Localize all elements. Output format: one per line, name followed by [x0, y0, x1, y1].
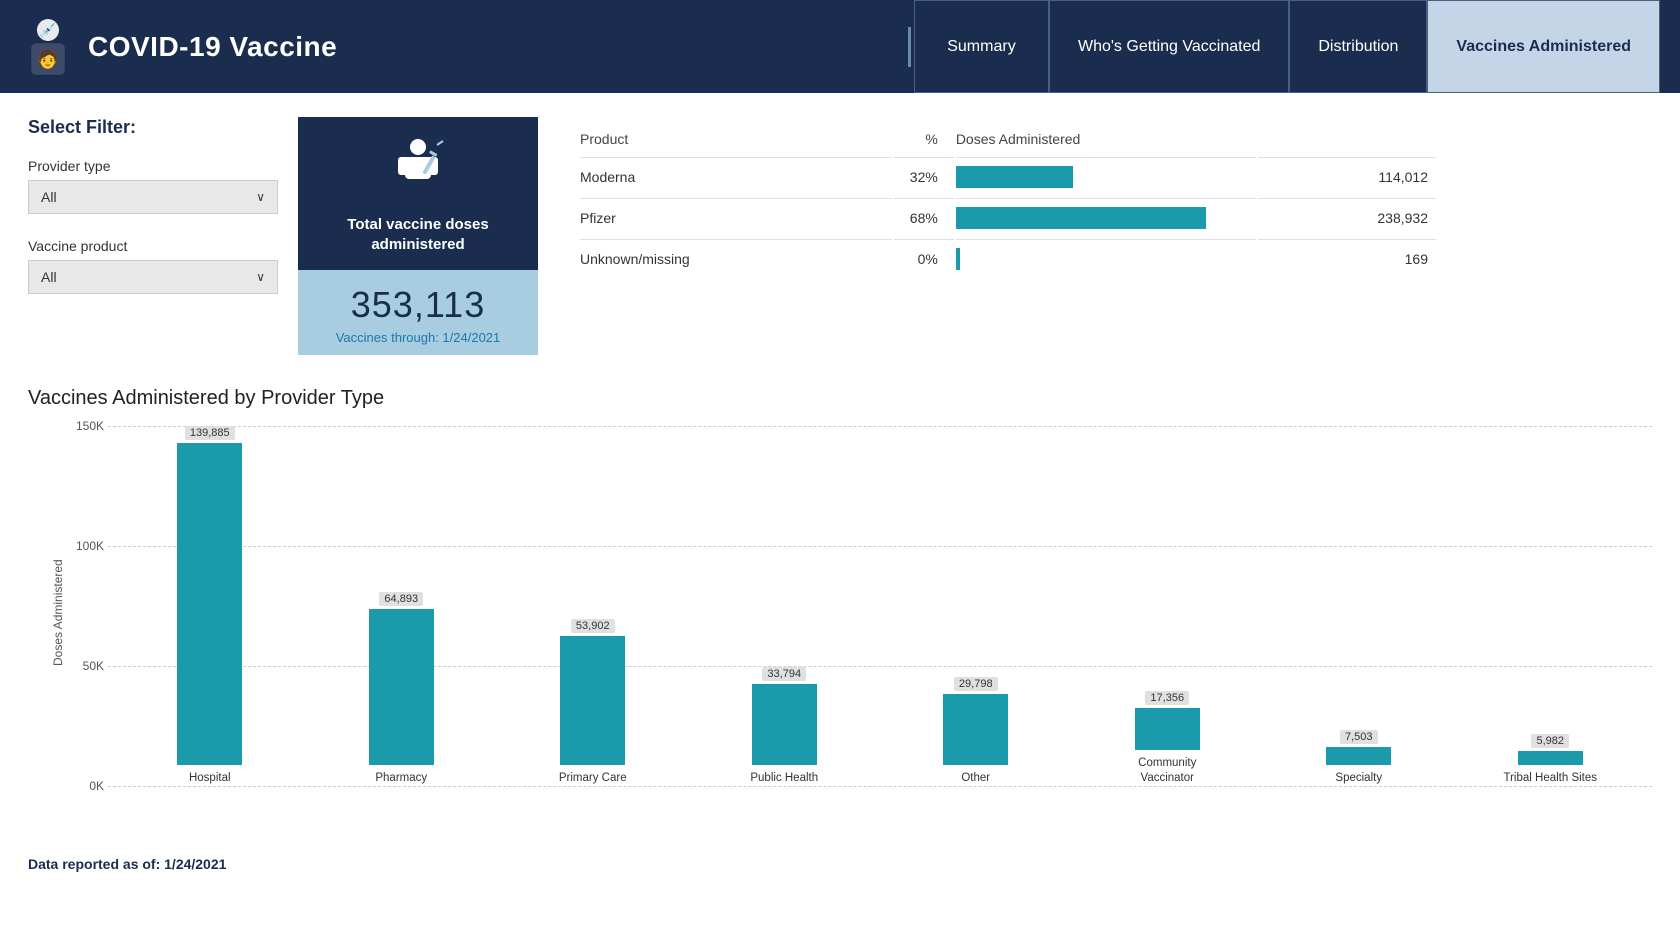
- total-box-count: 353,113 Vaccines through: 1/24/2021: [298, 270, 538, 355]
- chart-bar: [752, 684, 817, 765]
- vaccine-logo-icon: 💉 🧑: [20, 17, 76, 77]
- bar-value-label: 29,798: [954, 677, 998, 691]
- header-logo: 💉 🧑 COVID-19 Vaccine: [20, 17, 906, 77]
- svg-text:🧑: 🧑: [37, 48, 59, 69]
- nav-separator: [906, 27, 914, 67]
- filter-title: Select Filter:: [28, 117, 278, 138]
- bar-value-label: 5,982: [1531, 734, 1569, 748]
- product-table: Product % Doses Administered Moderna 32%…: [578, 125, 1438, 280]
- header: 💉 🧑 COVID-19 Vaccine Summary Who's Getti…: [0, 0, 1680, 93]
- tab-summary[interactable]: Summary: [914, 0, 1049, 93]
- provider-type-value: All: [41, 189, 57, 205]
- bar-label: Primary Care: [559, 771, 627, 786]
- tab-vaccines-administered[interactable]: Vaccines Administered: [1427, 0, 1660, 93]
- product-bar: [956, 157, 1256, 196]
- product-pct: 32%: [894, 157, 954, 196]
- chart-bar: [1135, 708, 1200, 750]
- product-bar: [956, 239, 1256, 278]
- col-pct: %: [894, 127, 954, 155]
- bar-value-label: 7,503: [1340, 730, 1378, 744]
- filter-section: Select Filter: Provider type All ∨ Vacci…: [28, 117, 298, 318]
- provider-type-chevron-icon: ∨: [256, 190, 265, 204]
- y-tick-label: 50K: [60, 659, 104, 673]
- chart-bar: [369, 609, 434, 765]
- data-footer: Data reported as of: 1/24/2021: [28, 846, 1652, 872]
- y-tick-label: 150K: [60, 419, 104, 433]
- bar-group: 29,798 Other: [884, 426, 1068, 786]
- app-title: COVID-19 Vaccine: [88, 31, 337, 63]
- main-content: Select Filter: Provider type All ∨ Vacci…: [0, 93, 1680, 931]
- bar-group: 53,902 Primary Care: [501, 426, 685, 786]
- bar-label: Public Health: [750, 771, 818, 786]
- bar-group: 17,356 Community Vaccinator: [1076, 426, 1260, 786]
- chart-bar: [1326, 747, 1391, 765]
- product-bar: [956, 198, 1256, 237]
- vaccine-product-select[interactable]: All ∨: [28, 260, 278, 294]
- bar-value-label: 53,902: [571, 619, 615, 633]
- chart-bar: [1518, 751, 1583, 765]
- product-table-section: Product % Doses Administered Moderna 32%…: [578, 117, 1438, 280]
- bar-label: Community Vaccinator: [1138, 756, 1196, 786]
- svg-text:💉: 💉: [39, 22, 56, 39]
- col-doses: Doses Administered: [956, 127, 1256, 155]
- tab-who-vaccinated[interactable]: Who's Getting Vaccinated: [1049, 0, 1289, 93]
- product-name: Unknown/missing: [580, 239, 892, 278]
- bar-group: 5,982 Tribal Health Sites: [1459, 426, 1643, 786]
- vaccine-product-value: All: [41, 269, 57, 285]
- bar-group: 33,794 Public Health: [693, 426, 877, 786]
- bar-group: 64,893 Pharmacy: [310, 426, 494, 786]
- bar-label: Tribal Health Sites: [1503, 771, 1597, 786]
- chart-bar: [943, 694, 1008, 766]
- total-box-title: Total vaccine doses administered: [314, 215, 522, 254]
- bar-value-label: 64,893: [379, 592, 423, 606]
- tab-distribution[interactable]: Distribution: [1289, 0, 1427, 93]
- vaccine-product-label: Vaccine product: [28, 238, 278, 254]
- chart-title: Vaccines Administered by Provider Type: [28, 387, 1652, 410]
- provider-type-label: Provider type: [28, 158, 278, 174]
- bar-label: Hospital: [189, 771, 231, 786]
- product-name: Pfizer: [580, 198, 892, 237]
- main-navigation: Summary Who's Getting Vaccinated Distrib…: [914, 0, 1660, 93]
- bar-value-label: 139,885: [185, 426, 235, 440]
- product-doses: 238,932: [1258, 198, 1436, 237]
- bar-label: Specialty: [1335, 771, 1382, 786]
- bar-value-label: 17,356: [1145, 691, 1189, 705]
- product-pct: 0%: [894, 239, 954, 278]
- bar-group: 139,885 Hospital: [118, 426, 302, 786]
- product-table-row: Unknown/missing 0% 169: [580, 239, 1436, 278]
- total-number: 353,113: [314, 284, 522, 326]
- product-table-row: Pfizer 68% 238,932: [580, 198, 1436, 237]
- bar-label: Other: [961, 771, 990, 786]
- product-table-row: Moderna 32% 114,012: [580, 157, 1436, 196]
- bar-group: 7,503 Specialty: [1267, 426, 1451, 786]
- product-pct: 68%: [894, 198, 954, 237]
- col-product: Product: [580, 127, 892, 155]
- product-doses: 114,012: [1258, 157, 1436, 196]
- y-tick-label: 100K: [60, 539, 104, 553]
- chart-bar: [560, 636, 625, 765]
- provider-type-select[interactable]: All ∨: [28, 180, 278, 214]
- total-box-header: Total vaccine doses administered: [298, 117, 538, 270]
- bar-label: Pharmacy: [375, 771, 427, 786]
- product-name: Moderna: [580, 157, 892, 196]
- bar-value-label: 33,794: [762, 667, 806, 681]
- total-doses-box: Total vaccine doses administered 353,113…: [298, 117, 538, 355]
- product-doses: 169: [1258, 239, 1436, 278]
- chart-bar: [177, 443, 242, 765]
- vaccine-product-chevron-icon: ∨: [256, 270, 265, 284]
- y-axis-label: Doses Administered: [51, 606, 65, 666]
- vaccines-through-date: Vaccines through: 1/24/2021: [314, 330, 522, 345]
- chart-section: Vaccines Administered by Provider Type D…: [28, 355, 1652, 846]
- y-tick-label: 0K: [60, 779, 104, 793]
- syringe-person-icon: [383, 137, 453, 207]
